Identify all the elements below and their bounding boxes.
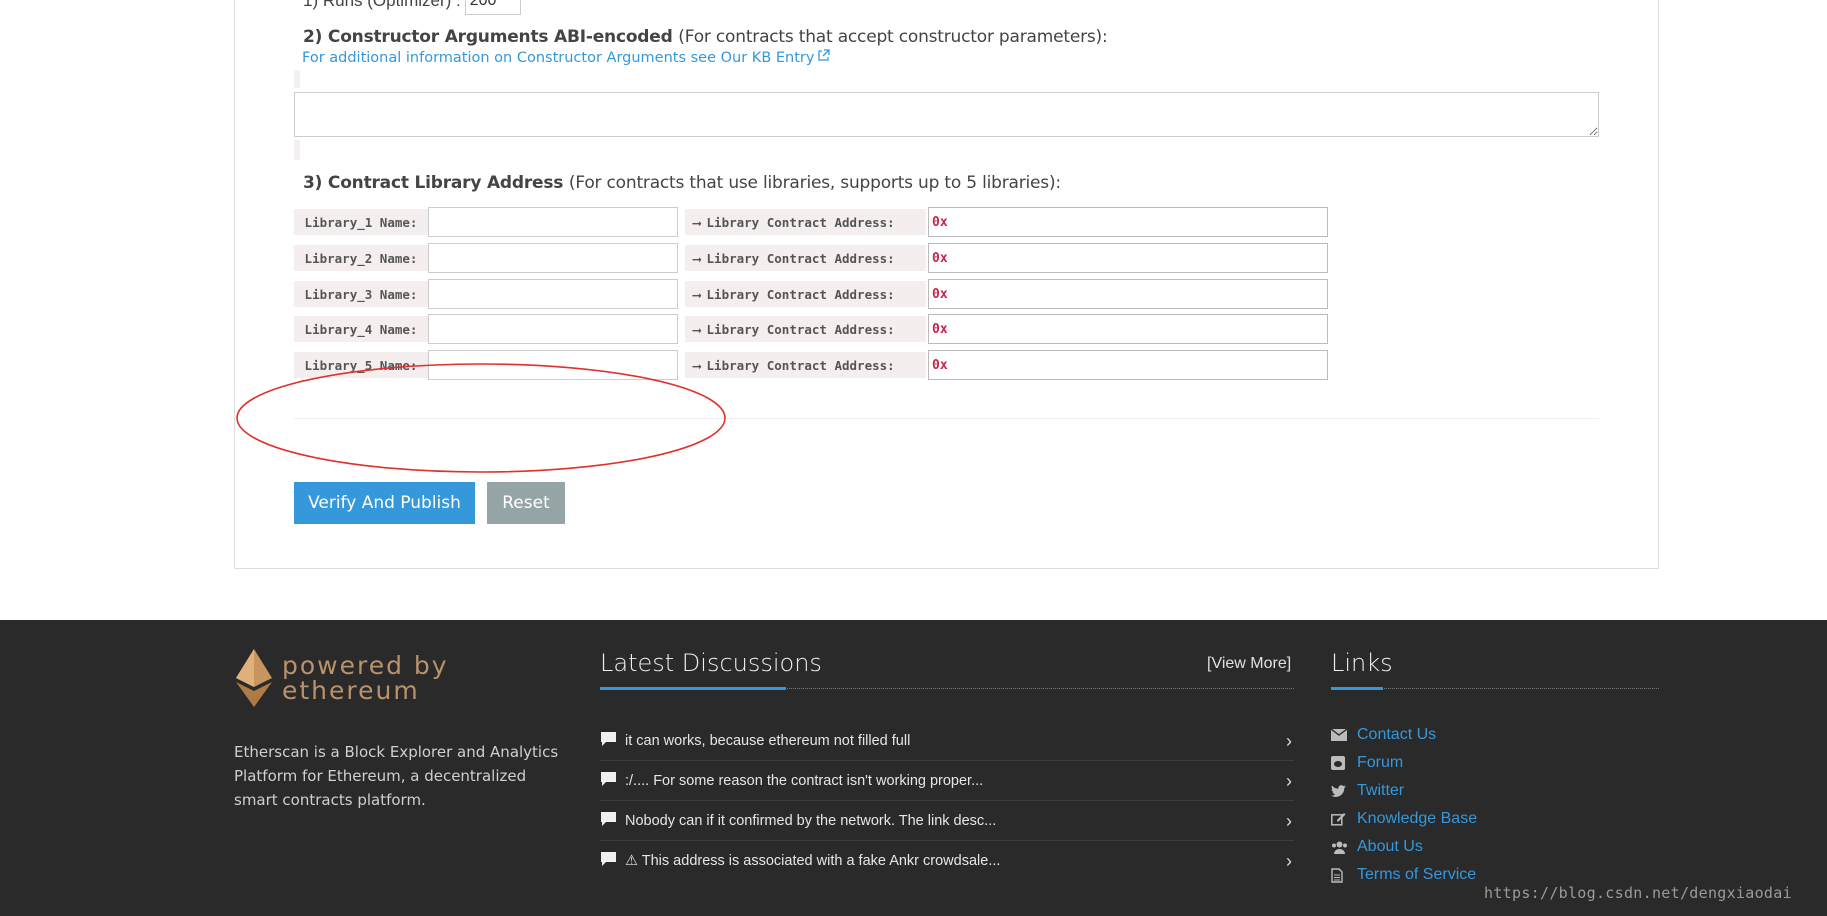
twitter-icon <box>1331 784 1351 798</box>
about-text: Etherscan is a Block Explorer and Analyt… <box>234 743 559 809</box>
runs-optimizer-row: 1) Runs (Optimizer) : <box>303 0 521 15</box>
arrow-right-icon: ⟶ <box>693 250 701 266</box>
powered-by-ethereum-logo: powered by ethereum <box>236 649 449 707</box>
external-link-icon <box>817 49 831 66</box>
link-terms-of-service[interactable]: Terms of Service <box>1331 864 1476 886</box>
library-row-1: Library_1 Name: ⟶ Library Contract Addres… <box>294 207 1328 237</box>
logo-line2: ethereum <box>282 676 420 705</box>
discussion-item[interactable]: ⚠ This address is associated with a fake… <box>600 841 1294 881</box>
decor-bar <box>294 140 300 160</box>
library-address-label: ⟶ Library Contract Address: <box>685 281 926 307</box>
discussion-item[interactable]: it can works, because ethereum not fille… <box>600 721 1294 761</box>
comment-icon <box>600 811 617 831</box>
library-address-label: ⟶ Library Contract Address: <box>685 245 926 271</box>
library-name-input[interactable] <box>428 279 678 309</box>
arrow-right-icon: ⟶ <box>693 321 701 337</box>
view-more-link[interactable]: [View More] <box>1207 655 1291 673</box>
library-name-label: Library_5 Name: <box>294 352 428 378</box>
library-row-4: Library_4 Name: ⟶ Library Contract Addres… <box>294 314 1328 344</box>
library-address-input[interactable]: 0x <box>928 350 1328 380</box>
library-address-input[interactable]: 0x <box>928 314 1328 344</box>
ethereum-diamond-icon <box>236 649 272 707</box>
library-address-label: ⟶ Library Contract Address: <box>685 316 926 342</box>
library-name-label: Library_2 Name: <box>294 245 428 271</box>
library-row-3: Library_3 Name: ⟶ Library Contract Addres… <box>294 279 1328 309</box>
library-name-input[interactable] <box>428 243 678 273</box>
document-icon <box>1331 867 1351 883</box>
constructor-args-label: 2) Constructor Arguments ABI-encoded (Fo… <box>303 27 1108 47</box>
link-forum[interactable]: Forum <box>1331 752 1403 774</box>
library-address-label: 3) Contract Library Address (For contrac… <box>303 173 1061 193</box>
library-address-input[interactable]: 0x <box>928 243 1328 273</box>
form-divider <box>294 418 1599 419</box>
library-name-input[interactable] <box>428 207 678 237</box>
discussions-accent <box>600 687 786 690</box>
watermark-url: https://blog.csdn.net/dengxiaodai <box>1484 884 1792 902</box>
edit-icon <box>1331 812 1351 826</box>
chevron-right-icon: › <box>1286 730 1292 751</box>
library-name-label: Library_3 Name: <box>294 281 428 307</box>
arrow-right-icon: ⟶ <box>693 286 701 302</box>
library-name-input[interactable] <box>428 314 678 344</box>
runs-input[interactable] <box>464 0 521 15</box>
library-address-label: ⟶ Library Contract Address: <box>685 209 926 235</box>
arrow-right-icon: ⟶ <box>693 357 701 373</box>
library-address-label: ⟶ Library Contract Address: <box>685 352 926 378</box>
arrow-right-icon: ⟶ <box>693 214 701 230</box>
link-twitter[interactable]: Twitter <box>1331 780 1404 802</box>
link-knowledge-base[interactable]: Knowledge Base <box>1331 808 1477 830</box>
links-accent <box>1331 687 1383 690</box>
chevron-right-icon: › <box>1286 850 1292 871</box>
library-address-input[interactable]: 0x <box>928 207 1328 237</box>
library-name-label: Library_1 Name: <box>294 209 428 235</box>
chevron-right-icon: › <box>1286 810 1292 831</box>
library-row-5: Library_5 Name: ⟶ Library Contract Addres… <box>294 350 1328 380</box>
discussions-heading: Latest Discussions <box>600 649 822 677</box>
link-contact-us[interactable]: Contact Us <box>1331 724 1436 746</box>
comment-icon <box>600 851 617 871</box>
comment-icon <box>600 731 617 751</box>
decor-bar <box>294 70 300 88</box>
comment-icon <box>600 771 617 791</box>
link-about-us[interactable]: About Us <box>1331 836 1423 858</box>
library-name-label: Library_4 Name: <box>294 316 428 342</box>
reddit-icon <box>1331 756 1351 770</box>
envelope-icon <box>1331 729 1351 741</box>
runs-label: 1) Runs (Optimizer) : <box>303 0 461 10</box>
library-row-2: Library_2 Name: ⟶ Library Contract Addres… <box>294 243 1328 273</box>
library-address-input[interactable]: 0x <box>928 279 1328 309</box>
links-heading: Links <box>1331 649 1393 677</box>
logo-line1: powered by <box>282 651 449 680</box>
verify-and-publish-button[interactable]: Verify And Publish <box>294 482 475 524</box>
reset-button[interactable]: Reset <box>487 482 565 524</box>
discussion-item[interactable]: Nobody can if it confirmed by the networ… <box>600 801 1294 841</box>
library-name-input[interactable] <box>428 350 678 380</box>
users-icon <box>1331 841 1351 854</box>
constructor-kb-link[interactable]: For additional information on Constructo… <box>302 49 831 66</box>
discussion-item[interactable]: :/.... For some reason the contract isn'… <box>600 761 1294 801</box>
chevron-right-icon: › <box>1286 770 1292 791</box>
constructor-args-textarea[interactable] <box>294 92 1599 137</box>
